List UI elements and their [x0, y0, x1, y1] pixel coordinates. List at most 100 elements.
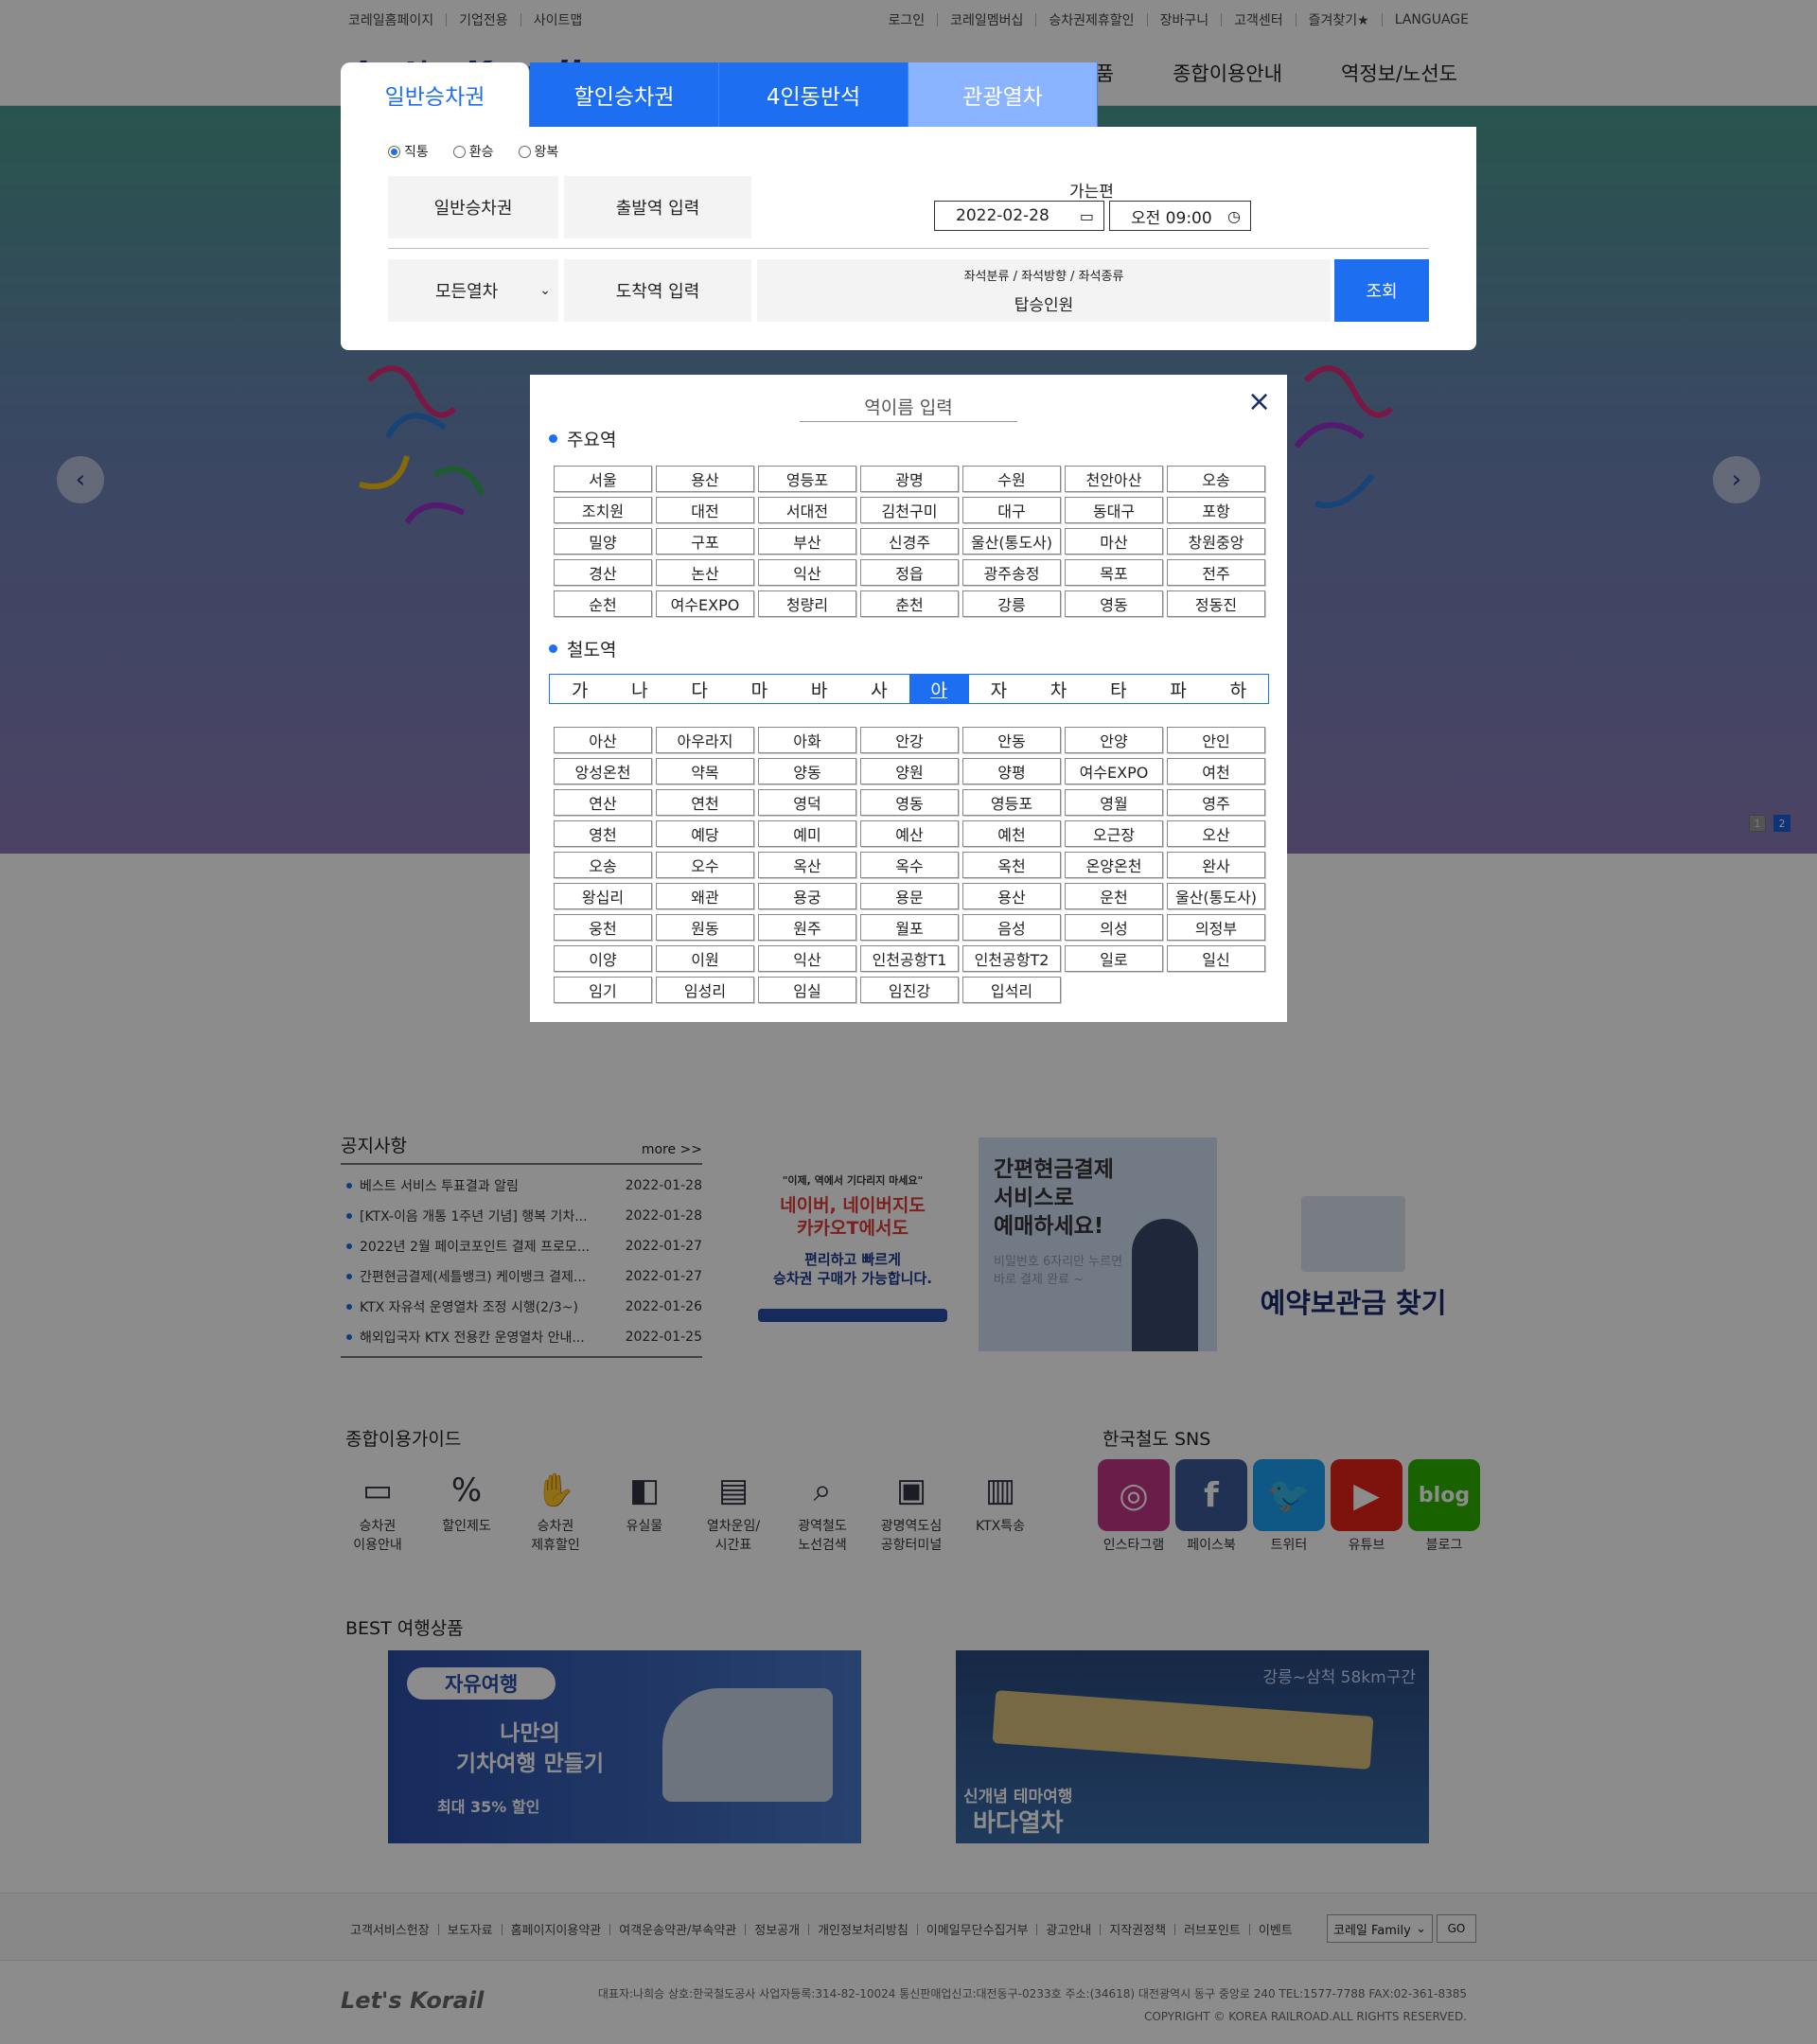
time-input[interactable]: 오전 09:00 ◷	[1109, 201, 1251, 231]
station-button[interactable]: 이원	[656, 945, 754, 972]
consonant-tab[interactable]: 차	[1029, 675, 1088, 703]
station-button[interactable]: 광명	[860, 466, 959, 492]
station-button[interactable]: 용궁	[758, 883, 856, 909]
station-button[interactable]: 정읍	[860, 559, 959, 586]
station-button[interactable]: 아산	[554, 727, 652, 753]
station-button[interactable]: 오송	[554, 852, 652, 878]
station-button[interactable]: 오산	[1167, 820, 1265, 847]
station-button[interactable]: 포항	[1167, 497, 1265, 523]
tab-group-seat[interactable]: 4인동반석	[719, 62, 908, 127]
station-button[interactable]: 밀양	[554, 528, 652, 555]
station-button[interactable]: 온양온천	[1065, 852, 1163, 878]
station-button[interactable]: 익산	[758, 945, 856, 972]
station-button[interactable]: 아화	[758, 727, 856, 753]
station-button[interactable]: 수원	[962, 466, 1061, 492]
search-button[interactable]: 조회	[1334, 259, 1429, 322]
station-button[interactable]: 광주송정	[962, 559, 1061, 586]
consonant-tab[interactable]: 마	[730, 675, 789, 703]
consonant-tab[interactable]: 사	[849, 675, 908, 703]
station-button[interactable]: 양평	[962, 758, 1061, 784]
station-button[interactable]: 옥천	[962, 852, 1061, 878]
station-button[interactable]: 임기	[554, 977, 652, 1003]
station-button[interactable]: 구포	[656, 528, 754, 555]
station-name-input[interactable]: 역이름 입력	[800, 394, 1017, 422]
consonant-tab[interactable]: 자	[969, 675, 1029, 703]
station-button[interactable]: 월포	[860, 914, 959, 941]
station-button[interactable]: 입석리	[962, 977, 1061, 1003]
consonant-tab[interactable]: 타	[1088, 675, 1148, 703]
station-button[interactable]: 서대전	[758, 497, 856, 523]
consonant-tab[interactable]: 나	[609, 675, 669, 703]
station-button[interactable]: 영등포	[758, 466, 856, 492]
station-button[interactable]: 옥산	[758, 852, 856, 878]
station-button[interactable]: 안동	[962, 727, 1061, 753]
station-button[interactable]: 마산	[1065, 528, 1163, 555]
station-button[interactable]: 강릉	[962, 590, 1061, 617]
station-button[interactable]: 신경주	[860, 528, 959, 555]
consonant-tab[interactable]: 하	[1208, 675, 1268, 703]
station-button[interactable]: 여수EXPO	[1065, 758, 1163, 784]
tab-general-ticket[interactable]: 일반승차권	[341, 62, 530, 127]
train-type-select[interactable]: 모든열차 ⌄	[388, 259, 558, 322]
station-button[interactable]: 예미	[758, 820, 856, 847]
station-button[interactable]: 예산	[860, 820, 959, 847]
station-button[interactable]: 부산	[758, 528, 856, 555]
station-button[interactable]: 옥수	[860, 852, 959, 878]
station-button[interactable]: 울산(통도사)	[962, 528, 1061, 555]
consonant-tab[interactable]: 다	[670, 675, 730, 703]
close-icon[interactable]: ×	[1247, 388, 1271, 416]
station-button[interactable]: 왜관	[656, 883, 754, 909]
station-button[interactable]: 의정부	[1167, 914, 1265, 941]
seat-passenger-select[interactable]: 좌석분류 / 좌석방향 / 좌석종류 탑승인원	[757, 259, 1331, 322]
radio-round-trip[interactable]: 왕복	[518, 142, 558, 161]
station-button[interactable]: 인천공항T1	[860, 945, 959, 972]
station-button[interactable]: 안인	[1167, 727, 1265, 753]
station-button[interactable]: 논산	[656, 559, 754, 586]
consonant-tab[interactable]: 아	[908, 675, 969, 703]
station-button[interactable]: 양동	[758, 758, 856, 784]
station-button[interactable]: 서울	[554, 466, 652, 492]
station-button[interactable]: 오수	[656, 852, 754, 878]
arrival-input[interactable]: 도착역 입력	[564, 259, 751, 322]
station-button[interactable]: 인천공항T2	[962, 945, 1061, 972]
station-button[interactable]: 영주	[1167, 789, 1265, 816]
station-button[interactable]: 예당	[656, 820, 754, 847]
station-button[interactable]: 원주	[758, 914, 856, 941]
station-button[interactable]: 영덕	[758, 789, 856, 816]
departure-input[interactable]: 출발역 입력	[564, 176, 751, 238]
radio-direct[interactable]: 직통	[388, 142, 429, 161]
station-button[interactable]: 음성	[962, 914, 1061, 941]
station-button[interactable]: 천안아산	[1065, 466, 1163, 492]
station-button[interactable]: 안양	[1065, 727, 1163, 753]
station-button[interactable]: 임실	[758, 977, 856, 1003]
station-button[interactable]: 원동	[656, 914, 754, 941]
station-button[interactable]: 운천	[1065, 883, 1163, 909]
station-button[interactable]: 춘천	[860, 590, 959, 617]
station-button[interactable]: 용문	[860, 883, 959, 909]
station-button[interactable]: 경산	[554, 559, 652, 586]
station-button[interactable]: 전주	[1167, 559, 1265, 586]
station-button[interactable]: 정동진	[1167, 590, 1265, 617]
station-button[interactable]: 영동	[860, 789, 959, 816]
ticket-type-select[interactable]: 일반승차권	[388, 176, 558, 238]
station-button[interactable]: 임진강	[860, 977, 959, 1003]
station-button[interactable]: 울산(통도사)	[1167, 883, 1265, 909]
station-button[interactable]: 익산	[758, 559, 856, 586]
station-button[interactable]: 대구	[962, 497, 1061, 523]
tab-tourist-train[interactable]: 관광열차	[908, 62, 1098, 127]
station-button[interactable]: 영등포	[962, 789, 1061, 816]
station-button[interactable]: 영동	[1065, 590, 1163, 617]
station-button[interactable]: 용산	[656, 466, 754, 492]
consonant-tab[interactable]: 파	[1149, 675, 1208, 703]
station-button[interactable]: 오송	[1167, 466, 1265, 492]
station-button[interactable]: 청량리	[758, 590, 856, 617]
station-button[interactable]: 연산	[554, 789, 652, 816]
station-button[interactable]: 영천	[554, 820, 652, 847]
station-button[interactable]: 의성	[1065, 914, 1163, 941]
station-button[interactable]: 앙성온천	[554, 758, 652, 784]
station-button[interactable]: 조치원	[554, 497, 652, 523]
consonant-tab[interactable]: 가	[550, 675, 609, 703]
station-button[interactable]: 용산	[962, 883, 1061, 909]
station-button[interactable]: 웅천	[554, 914, 652, 941]
station-button[interactable]: 일신	[1167, 945, 1265, 972]
